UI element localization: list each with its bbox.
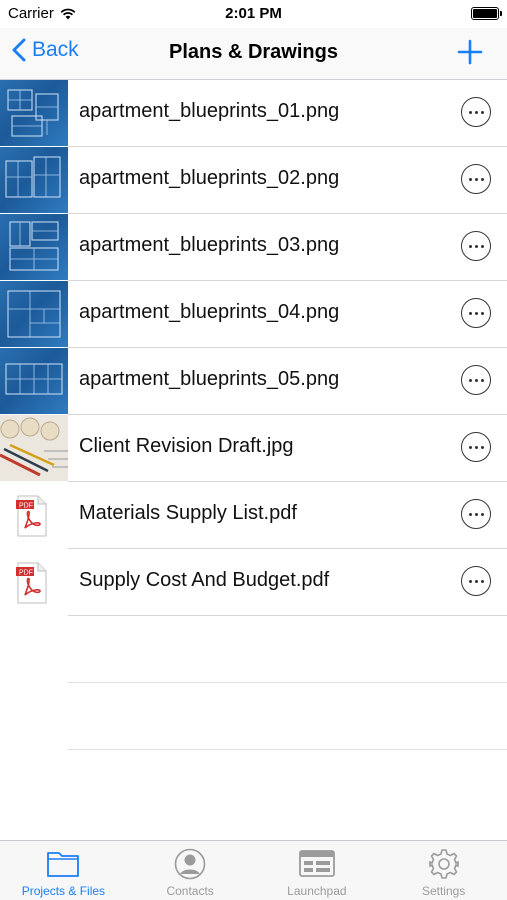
blueprint-thumbnail xyxy=(0,80,68,146)
file-name: apartment_blueprints_02.png xyxy=(79,167,340,189)
file-row[interactable]: apartment_blueprints_04.png xyxy=(0,281,507,348)
file-row[interactable]: PDF Supply Cost And Budget.pdf xyxy=(0,549,507,616)
file-name: Client Revision Draft.jpg xyxy=(79,435,294,457)
empty-row xyxy=(0,683,507,750)
file-name: Materials Supply List.pdf xyxy=(79,502,297,524)
more-options-button[interactable] xyxy=(461,164,491,194)
file-list: apartment_blueprints_01.png apartment_bl… xyxy=(0,80,507,750)
file-row[interactable]: apartment_blueprints_02.png xyxy=(0,147,507,214)
empty-row xyxy=(0,616,507,683)
person-icon xyxy=(174,848,206,880)
tab-contacts[interactable]: Contacts xyxy=(127,841,254,900)
file-row[interactable]: PDF Materials Supply List.pdf xyxy=(0,482,507,549)
launchpad-icon xyxy=(298,850,335,877)
file-name: apartment_blueprints_01.png xyxy=(79,100,340,122)
navigation-bar: Back Plans & Drawings xyxy=(0,28,507,80)
more-options-button[interactable] xyxy=(461,566,491,596)
file-name: Supply Cost And Budget.pdf xyxy=(79,569,330,591)
file-row[interactable]: apartment_blueprints_01.png xyxy=(0,80,507,147)
blueprint-thumbnail xyxy=(0,147,68,213)
tab-bar: Projects & Files Contacts Launchpad Sett… xyxy=(0,840,507,900)
tab-label: Projects & Files xyxy=(21,884,106,898)
file-name: apartment_blueprints_04.png xyxy=(79,301,340,323)
pdf-file-icon: PDF xyxy=(0,549,68,615)
file-row[interactable]: Client Revision Draft.jpg xyxy=(0,415,507,482)
photo-thumbnail xyxy=(0,415,68,481)
more-options-button[interactable] xyxy=(461,432,491,462)
tab-label: Launchpad xyxy=(287,884,347,898)
more-options-button[interactable] xyxy=(461,298,491,328)
more-options-button[interactable] xyxy=(461,499,491,529)
pdf-badge: PDF xyxy=(19,503,33,510)
file-row[interactable]: apartment_blueprints_03.png xyxy=(0,214,507,281)
tab-label: Contacts xyxy=(166,884,214,898)
blueprint-thumbnail xyxy=(0,214,68,280)
tab-settings[interactable]: Settings xyxy=(380,841,507,900)
blueprint-thumbnail xyxy=(0,281,68,347)
add-icon[interactable] xyxy=(455,37,485,67)
blueprint-thumbnail xyxy=(0,348,68,414)
battery-icon xyxy=(471,7,502,20)
page-title: Plans & Drawings xyxy=(169,41,338,63)
tab-launchpad[interactable]: Launchpad xyxy=(254,841,381,900)
tab-label: Settings xyxy=(421,884,466,898)
file-name: apartment_blueprints_03.png xyxy=(79,234,340,256)
file-row[interactable]: apartment_blueprints_05.png xyxy=(0,348,507,415)
status-bar: Carrier 2:01 PM xyxy=(0,0,507,28)
more-options-button[interactable] xyxy=(461,97,491,127)
gear-icon xyxy=(428,849,459,879)
file-name: apartment_blueprints_05.png xyxy=(79,368,340,390)
tab-projects-files[interactable]: Projects & Files xyxy=(0,841,127,900)
folder-icon xyxy=(47,852,80,877)
pdf-badge: PDF xyxy=(19,570,33,577)
status-time: 2:01 PM xyxy=(225,5,282,22)
more-options-button[interactable] xyxy=(461,365,491,395)
more-options-button[interactable] xyxy=(461,231,491,261)
pdf-file-icon: PDF xyxy=(0,482,68,548)
